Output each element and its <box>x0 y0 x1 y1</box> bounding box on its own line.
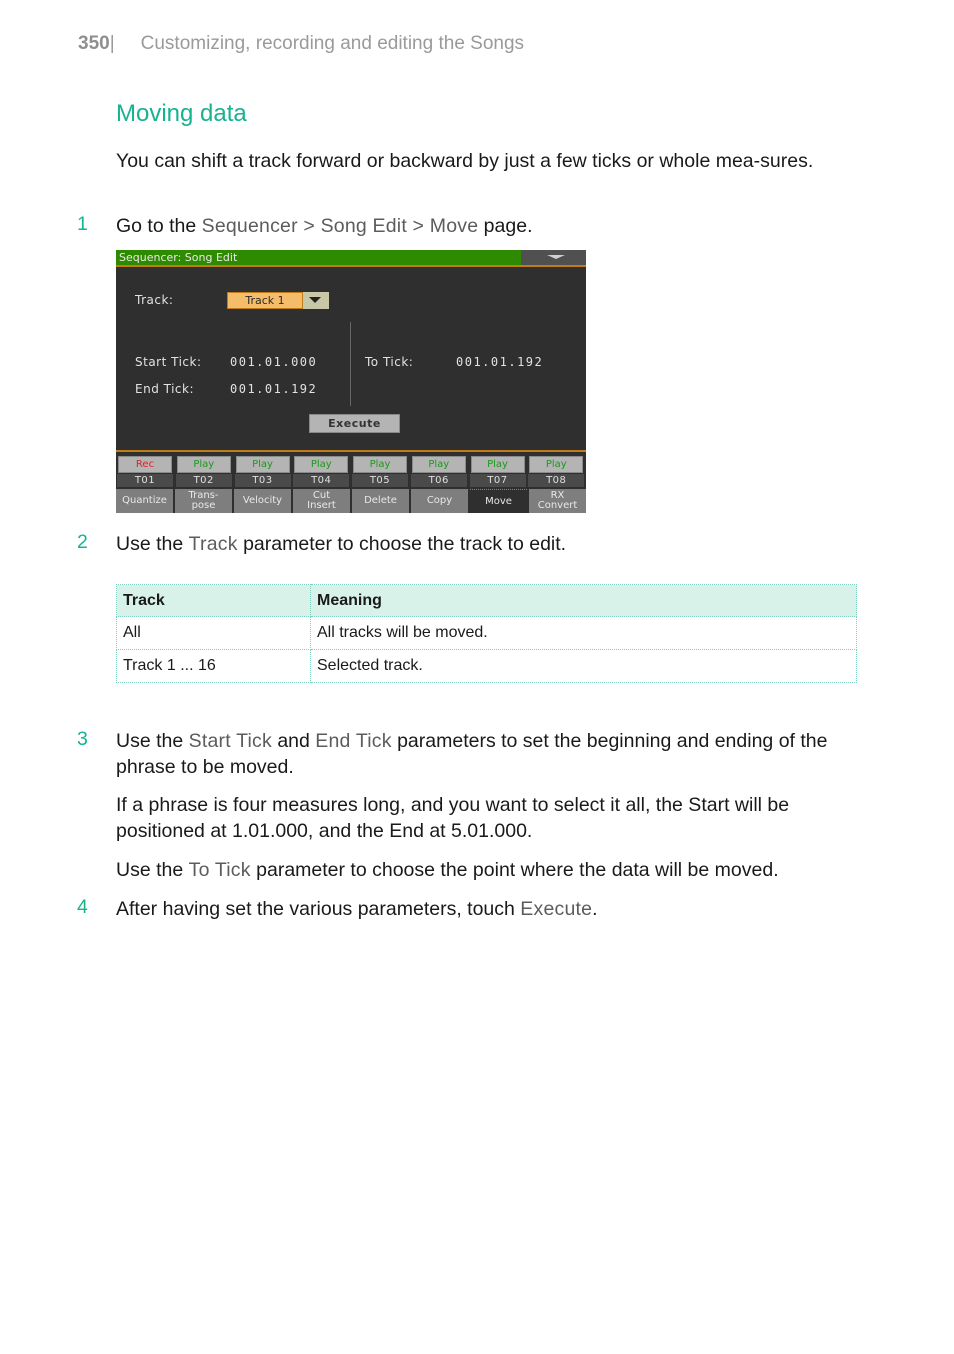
track-strip-divider <box>116 450 586 452</box>
step-number: 1 <box>77 213 88 235</box>
header-separator: | <box>109 33 115 54</box>
track-mode-button[interactable]: Play <box>294 456 349 473</box>
param-name: End Tick <box>315 730 392 752</box>
track-name: T08 <box>528 474 585 487</box>
end-tick-label: End Tick: <box>135 382 195 396</box>
step-number: 4 <box>77 896 88 918</box>
chapter-title: Customizing, recording and editing the S… <box>140 33 525 54</box>
text: After having set the various parameters,… <box>116 898 521 920</box>
title-divider <box>116 265 586 267</box>
track-name: T07 <box>469 474 526 487</box>
track-mode-button[interactable]: Play <box>353 456 407 473</box>
table-cell: Selected track. <box>310 649 857 683</box>
tab-move[interactable]: Move <box>470 489 527 513</box>
table-cell: All <box>116 616 311 650</box>
tab-trans-pose[interactable]: Trans- pose <box>175 489 232 513</box>
tab-rx-convert[interactable]: RX Convert <box>529 489 586 513</box>
text: . <box>592 898 598 920</box>
text: parameter to choose the point where the … <box>250 859 779 881</box>
step-3-note: If a phrase is four measures long, and y… <box>116 794 790 842</box>
tab-velocity[interactable]: Velocity <box>234 489 291 513</box>
step-3-note-to-tick: Use the To Tick parameter to choose the … <box>116 857 858 883</box>
end-tick-value[interactable]: 001.01.192 <box>230 382 317 396</box>
execute-button[interactable]: Execute <box>309 414 400 433</box>
text: Use the <box>116 859 189 881</box>
step-1-text: Go to the Sequencer > Song Edit > Move p… <box>116 213 858 239</box>
intro-text: You can shift a track forward or backwar… <box>116 150 814 172</box>
param-name: To Tick <box>188 859 251 881</box>
section-title: Moving data <box>116 100 247 127</box>
step-number: 2 <box>77 531 88 553</box>
column-divider <box>350 322 351 406</box>
step-number: 3 <box>77 728 88 750</box>
column-header-track: Track <box>116 584 311 617</box>
to-tick-value[interactable]: 001.01.192 <box>456 355 543 369</box>
track-select[interactable]: Track 1 <box>227 292 303 309</box>
screen-title-bar: Sequencer: Song Edit <box>116 250 521 265</box>
track-mode-button[interactable]: Play <box>470 456 525 473</box>
page-number: 350 <box>78 33 110 54</box>
column-header-meaning: Meaning <box>310 584 857 617</box>
text: Use the <box>116 730 189 752</box>
to-tick-label: To Tick: <box>365 355 414 369</box>
start-tick-value[interactable]: 001.01.000 <box>230 355 317 369</box>
table-cell: All tracks will be moved. <box>310 616 857 650</box>
track-mode-button[interactable]: Play <box>529 456 584 473</box>
track-mode-button[interactable]: Play <box>176 456 231 473</box>
track-name: T05 <box>352 474 408 487</box>
table-header-row: Track Meaning <box>116 584 857 617</box>
table-row: Track 1 ... 16 Selected track. <box>116 649 857 683</box>
tab-copy[interactable]: Copy <box>411 489 468 513</box>
param-name: Execute <box>520 898 593 920</box>
param-name: Track <box>188 533 238 555</box>
track-mode-button[interactable]: Play <box>235 456 290 473</box>
page-header: 350| Customizing, recording and editing t… <box>78 33 524 55</box>
step-4-text: After having set the various parameters,… <box>116 896 858 922</box>
page-menu-button[interactable] <box>521 250 586 265</box>
track-name: T06 <box>410 474 467 487</box>
track-name: T02 <box>175 474 232 487</box>
table-row: All All tracks will be moved. <box>116 616 857 650</box>
triangle-down-icon <box>547 255 565 259</box>
track-meaning-table: Track Meaning All All tracks will be mov… <box>116 584 857 683</box>
tab-cut-insert[interactable]: Cut Insert <box>293 489 350 513</box>
param-name: Start Tick <box>188 730 272 752</box>
text: and <box>271 730 316 752</box>
track-label: Track: <box>135 293 174 307</box>
track-mode-button[interactable]: Play <box>411 456 466 473</box>
chevron-down-icon <box>309 297 321 303</box>
song-edit-screen: Sequencer: Song Edit Track: Track 1 Star… <box>116 250 586 513</box>
start-tick-label: Start Tick: <box>135 355 202 369</box>
tab-delete[interactable]: Delete <box>352 489 409 513</box>
text: page. <box>478 215 533 237</box>
text: Go to the <box>116 215 202 237</box>
intro-paragraph: You can shift a track forward or backwar… <box>116 148 858 174</box>
tab-quantize[interactable]: Quantize <box>116 489 173 513</box>
text: parameter to choose the track to edit. <box>237 533 567 555</box>
track-name: T04 <box>293 474 350 487</box>
track-name: T03 <box>234 474 291 487</box>
menu-path: Sequencer > Song Edit > Move <box>201 215 479 237</box>
table-cell: Track 1 ... 16 <box>116 649 311 683</box>
track-dropdown-button[interactable] <box>303 292 329 309</box>
track-name: T01 <box>117 474 173 487</box>
step-3-text: Use the Start Tick and End Tick paramete… <box>116 728 858 780</box>
track-mode-button[interactable]: Rec <box>118 456 172 473</box>
text: Use the <box>116 533 189 555</box>
step-2-text: Use the Track parameter to choose the tr… <box>116 531 858 557</box>
